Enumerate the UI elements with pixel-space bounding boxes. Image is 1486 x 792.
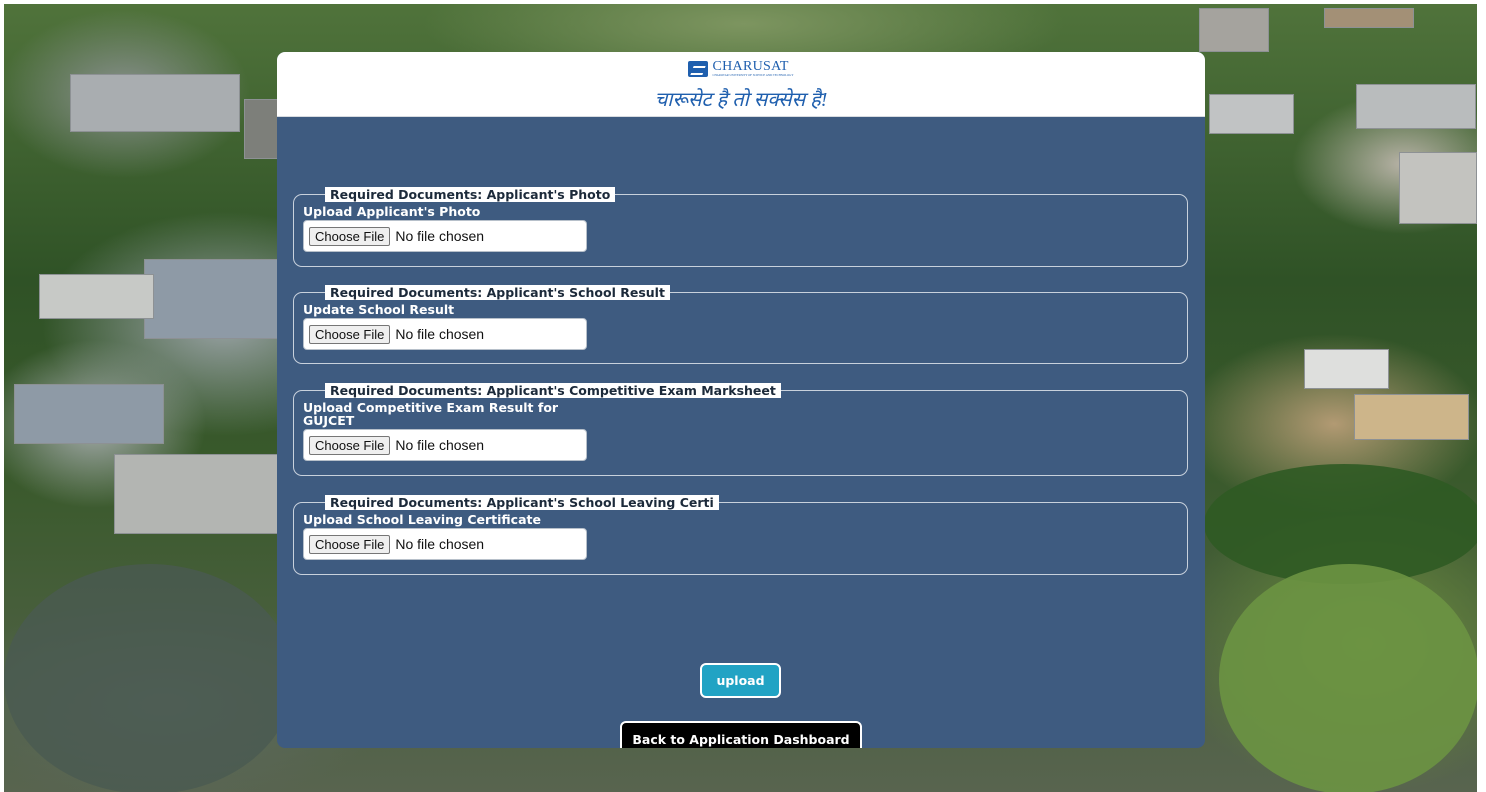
school-result-upload-label: Update School Result: [303, 302, 455, 317]
competitive-exam-choose-file-button[interactable]: Choose File: [309, 435, 391, 455]
brand-subname: CHAROTAR UNIVERSITY OF SCIENCE AND TECHN…: [712, 73, 794, 77]
upload-button[interactable]: upload: [700, 663, 781, 698]
photo-file-input[interactable]: Choose File No file chosen: [303, 220, 587, 252]
competitive-exam-section: Required Documents: Applicant's Competit…: [293, 383, 1188, 476]
school-result-choose-file-button[interactable]: Choose File: [309, 324, 391, 344]
school-result-file-input[interactable]: Choose File No file chosen: [303, 318, 587, 350]
tagline: चारूसेट है तो सक्सेस है!: [654, 89, 828, 111]
photo-file-status: No file chosen: [395, 228, 485, 244]
charusat-logo-icon: [688, 60, 709, 77]
document-upload-panel: CHARUSAT CHAROTAR UNIVERSITY OF SCIENCE …: [277, 52, 1205, 748]
photo-upload-label: Upload Applicant's Photo: [303, 204, 481, 219]
leaving-certificate-section-legend: Required Documents: Applicant's School L…: [325, 495, 719, 510]
school-result-file-status: No file chosen: [395, 326, 485, 342]
leaving-certificate-choose-file-button[interactable]: Choose File: [309, 534, 391, 554]
competitive-exam-section-legend: Required Documents: Applicant's Competit…: [325, 383, 781, 398]
school-result-section: Required Documents: Applicant's School R…: [293, 285, 1188, 364]
school-result-section-legend: Required Documents: Applicant's School R…: [325, 285, 670, 300]
brand-name: CHARUSAT: [712, 59, 789, 74]
competitive-exam-file-status: No file chosen: [395, 437, 485, 453]
leaving-certificate-file-status: No file chosen: [395, 536, 485, 552]
leaving-certificate-section: Required Documents: Applicant's School L…: [293, 495, 1188, 575]
header: CHARUSAT CHAROTAR UNIVERSITY OF SCIENCE …: [277, 52, 1205, 117]
photo-section: Required Documents: Applicant's Photo Up…: [293, 187, 1188, 267]
back-to-dashboard-button[interactable]: Back to Application Dashboard: [620, 721, 862, 748]
leaving-certificate-file-input[interactable]: Choose File No file chosen: [303, 528, 587, 560]
competitive-exam-upload-label: Upload Competitive Exam Result for GUJCE…: [303, 400, 559, 428]
photo-choose-file-button[interactable]: Choose File: [309, 226, 391, 246]
charusat-logo: CHARUSAT CHAROTAR UNIVERSITY OF SCIENCE …: [277, 52, 1205, 77]
competitive-exam-file-input[interactable]: Choose File No file chosen: [303, 429, 587, 461]
photo-section-legend: Required Documents: Applicant's Photo: [325, 187, 616, 202]
leaving-certificate-upload-label: Upload School Leaving Certificate: [303, 512, 541, 527]
